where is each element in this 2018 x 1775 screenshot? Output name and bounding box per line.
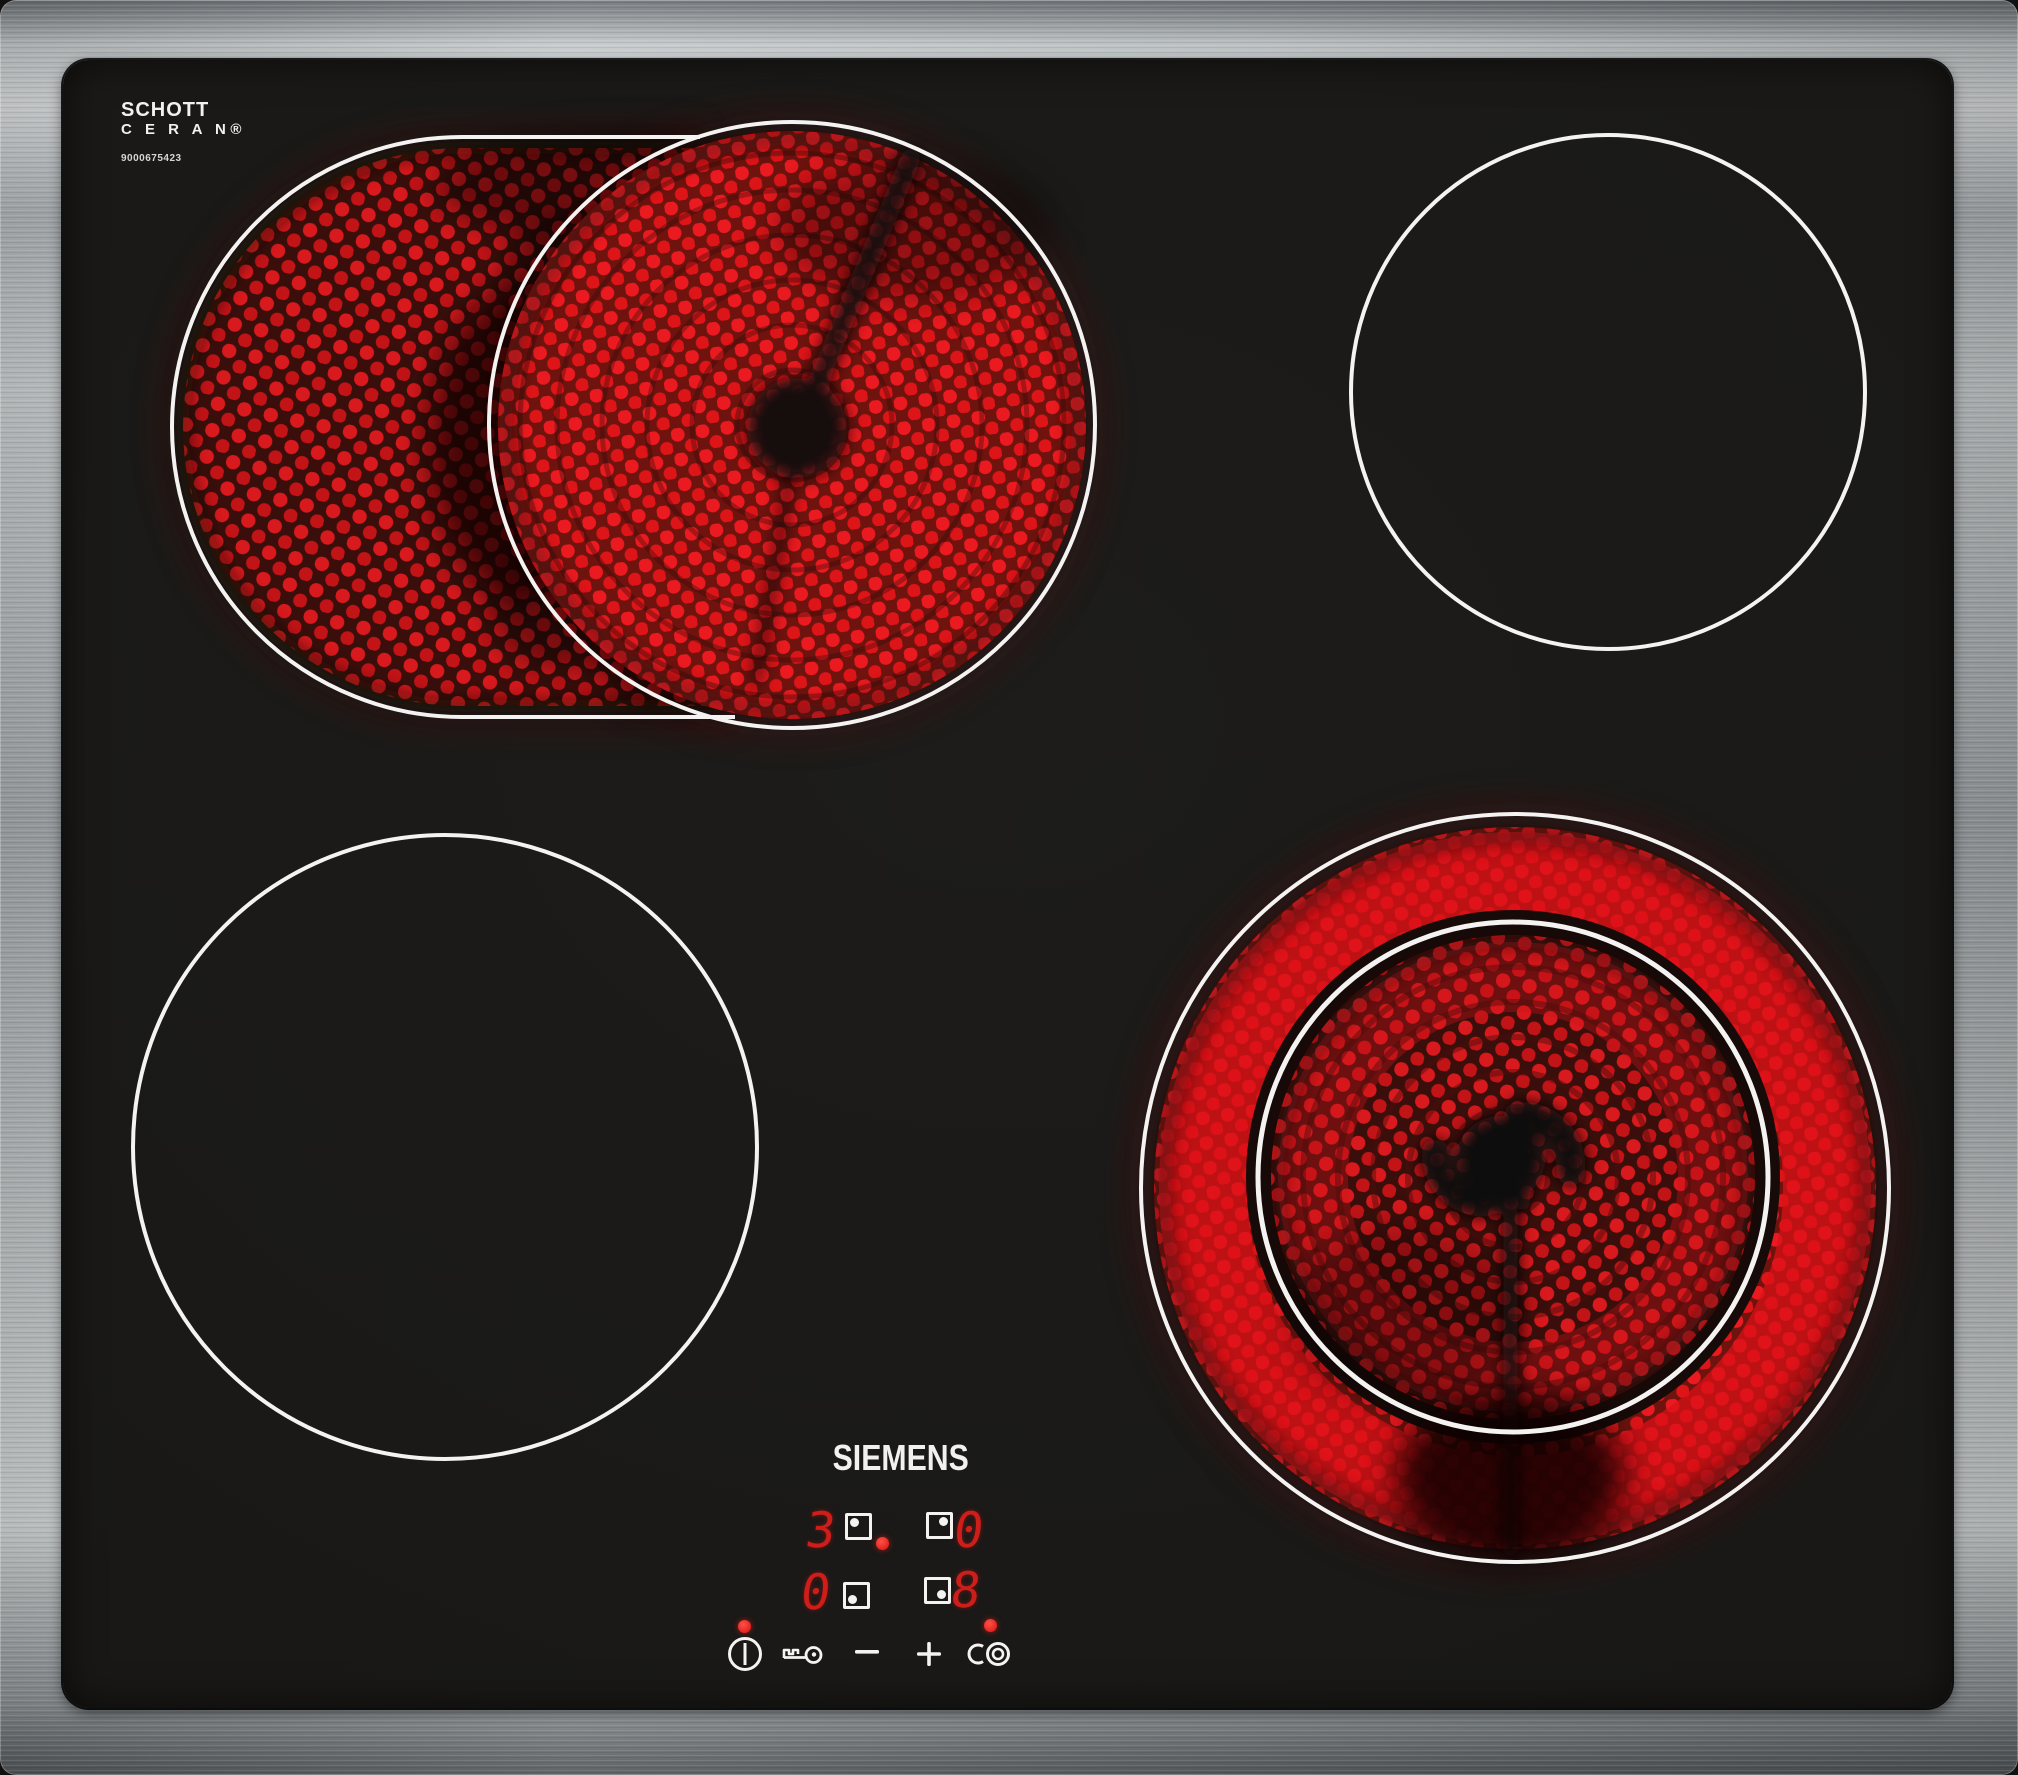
zone-dot [937,1590,946,1599]
burner-front-right [1128,801,1902,1575]
heat-level-rear-right: 0 [950,1502,988,1559]
heat-level-rear-left: 3 [802,1502,840,1559]
dual-zone-button[interactable] [964,1641,1012,1667]
zone-dot [848,1595,857,1604]
decrease-button[interactable] [855,1649,879,1655]
ceramic-glass-surface [63,60,1952,1708]
ceran-logo-text: C E R A N® [121,121,246,138]
rear-left-hot-led [876,1537,889,1550]
minus-icon [855,1650,879,1654]
plus-icon [917,1642,941,1666]
burner-rear-left [161,110,1107,740]
schott-ceran-logo: SCHOTT C E R A N® 9000675423 [121,100,246,164]
zone-dot [850,1518,859,1527]
power-button[interactable] [726,1635,764,1673]
key-icon [782,1646,823,1664]
zone-indicator-front-right [924,1577,951,1604]
zone-indicator-rear-right [926,1512,953,1539]
zone-indicator-rear-left [845,1513,872,1540]
dual-zone-led [984,1619,997,1632]
increase-button[interactable] [915,1640,943,1668]
burner-rear-right [1349,133,1867,651]
siemens-logo: SIEMENS [832,1437,969,1478]
heat-level-front-right: 8 [947,1562,985,1619]
schott-logo-text: SCHOTT [121,99,210,121]
model-number: 9000675423 [121,153,182,164]
cooktop: SCHOTT C E R A N® 9000675423 SIEMENS 3 0… [0,0,2018,1775]
burner-front-left [131,833,759,1461]
child-lock-button[interactable] [780,1641,824,1667]
power-led [738,1620,751,1633]
burner-graphics [131,110,1902,1575]
power-icon [728,1637,762,1671]
dual-zone-icon [967,1642,1010,1666]
zone-dot [939,1517,948,1526]
zone-indicator-front-left [843,1582,870,1609]
heat-level-front-left: 0 [797,1564,835,1621]
